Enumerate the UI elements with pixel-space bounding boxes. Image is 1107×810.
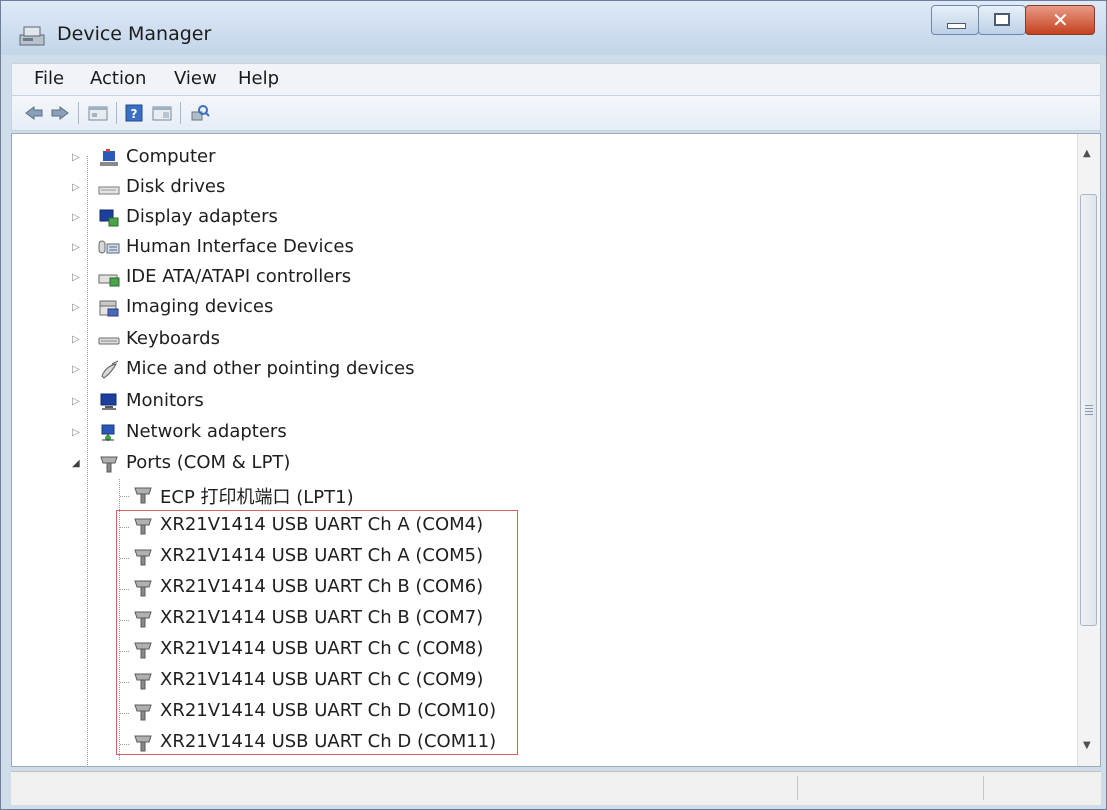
maximize-icon bbox=[994, 13, 1010, 26]
port-icon bbox=[132, 702, 154, 722]
expand-arrow-icon[interactable]: ▷ bbox=[72, 364, 80, 375]
help-icon[interactable]: ? bbox=[124, 104, 144, 122]
toolbar-separator bbox=[180, 102, 181, 124]
expand-arrow-icon[interactable]: ▷ bbox=[72, 212, 80, 223]
scroll-thumb[interactable] bbox=[1080, 194, 1097, 626]
status-panel bbox=[797, 776, 798, 800]
mouse-icon bbox=[98, 360, 120, 380]
menu-bar: File Action View Help bbox=[11, 63, 1101, 95]
toolbar-separator bbox=[78, 102, 79, 124]
close-icon: ✕ bbox=[1052, 8, 1069, 32]
port-label: XR21V1414 USB UART Ch C (COM9) bbox=[160, 669, 484, 690]
device-manager-icon bbox=[17, 23, 47, 51]
collapse-arrow-icon[interactable]: ◢ bbox=[72, 458, 80, 469]
device-manager-window: Device Manager ✕ File Action View Help ? bbox=[0, 0, 1107, 810]
tree-guide-line bbox=[120, 558, 130, 559]
vertical-scrollbar[interactable]: ▲ ▼ bbox=[1077, 134, 1100, 766]
toolbar-separator bbox=[116, 102, 117, 124]
minimize-icon bbox=[947, 23, 966, 29]
tree-guide-line bbox=[120, 713, 130, 714]
port-icon bbox=[132, 671, 154, 691]
port-icon bbox=[132, 764, 154, 766]
tree-guide-line bbox=[120, 682, 130, 683]
grip-icon bbox=[1085, 405, 1093, 415]
expand-arrow-icon[interactable]: ▷ bbox=[72, 302, 80, 313]
port-label: XR21V1414 USB UART Ch D (COM10) bbox=[160, 700, 497, 721]
tree-item-label: Network adapters bbox=[126, 421, 287, 442]
imaging-device-icon bbox=[98, 298, 120, 318]
tree-guide-line bbox=[120, 620, 130, 621]
hid-icon bbox=[98, 238, 120, 258]
port-label: XR21V1414 USB UART Ch C (COM8) bbox=[160, 638, 484, 659]
scan-hardware-icon[interactable] bbox=[190, 104, 210, 122]
forward-icon[interactable] bbox=[50, 104, 70, 122]
menu-file[interactable]: File bbox=[34, 68, 64, 89]
title-bar[interactable]: Device Manager ✕ bbox=[1, 1, 1106, 55]
menu-action[interactable]: Action bbox=[90, 68, 146, 89]
properties-icon[interactable] bbox=[88, 104, 108, 122]
tree-guide-line bbox=[120, 744, 130, 745]
tree-item-label: Human Interface Devices bbox=[126, 236, 354, 257]
port-icon bbox=[132, 609, 154, 629]
expand-arrow-icon[interactable]: ▷ bbox=[72, 182, 80, 193]
port-label: XR21V1414 USB UART Ch A (COM5) bbox=[160, 545, 484, 566]
expand-arrow-icon[interactable]: ▷ bbox=[72, 242, 80, 253]
tree-item-label: Disk drives bbox=[126, 176, 226, 197]
port-icon bbox=[132, 547, 154, 567]
toolbar: ? bbox=[11, 95, 1101, 131]
port-icon bbox=[132, 485, 154, 505]
tree-item-label: Display adapters bbox=[126, 206, 278, 227]
maximize-button[interactable] bbox=[978, 5, 1026, 35]
tree-guide-line bbox=[120, 651, 130, 652]
display-adapter-icon bbox=[98, 208, 120, 228]
tree-guide-line bbox=[120, 589, 130, 590]
port-label: ECP 打印机端口 (LPT1) bbox=[160, 487, 354, 508]
port-label: XR21V1414 USB UART Ch A (COM4) bbox=[160, 514, 484, 535]
device-tree[interactable]: ▷ Computer ▷ Disk drives ▷ Display adapt… bbox=[11, 133, 1101, 767]
window-title: Device Manager bbox=[57, 23, 212, 45]
expand-arrow-icon[interactable]: ▷ bbox=[72, 396, 80, 407]
tree-item-label: Monitors bbox=[126, 390, 204, 411]
tree-item-label: Imaging devices bbox=[126, 296, 274, 317]
expand-arrow-icon[interactable]: ▷ bbox=[72, 152, 80, 163]
port-label: XR21V1414 USB UART Ch B (COM7) bbox=[160, 607, 484, 628]
status-bar bbox=[11, 771, 1101, 805]
expand-arrow-icon[interactable]: ▷ bbox=[72, 334, 80, 345]
port-icon bbox=[132, 733, 154, 753]
tree-item-label: Keyboards bbox=[126, 328, 220, 349]
back-icon[interactable] bbox=[24, 104, 44, 122]
status-panel bbox=[983, 776, 984, 800]
tree-item-label: Ports (COM & LPT) bbox=[126, 452, 291, 473]
show-hide-tree-icon[interactable] bbox=[152, 104, 172, 122]
tree-guide-line bbox=[120, 496, 130, 497]
menu-view[interactable]: View bbox=[174, 68, 217, 89]
expand-arrow-icon[interactable]: ▷ bbox=[72, 427, 80, 438]
port-label: XR21V1414 USB UART Ch D (COM11) bbox=[160, 731, 497, 752]
menu-help[interactable]: Help bbox=[238, 68, 279, 89]
tree-item-label: IDE ATA/ATAPI controllers bbox=[126, 266, 352, 287]
ide-controller-icon bbox=[98, 268, 120, 288]
scroll-down-icon[interactable]: ▼ bbox=[1083, 740, 1091, 751]
minimize-button[interactable] bbox=[931, 5, 979, 35]
tree-guide-line bbox=[87, 156, 88, 766]
scroll-up-icon[interactable]: ▲ bbox=[1083, 148, 1091, 159]
tree-item-label: Computer bbox=[126, 146, 216, 167]
port-icon bbox=[132, 578, 154, 598]
keyboard-icon bbox=[98, 330, 120, 350]
close-button[interactable]: ✕ bbox=[1025, 5, 1095, 35]
port-icon bbox=[132, 640, 154, 660]
network-adapter-icon bbox=[98, 423, 120, 443]
computer-icon bbox=[98, 148, 120, 168]
port-icon bbox=[98, 454, 120, 474]
port-label: XR21V1414 USB UART Ch B (COM6) bbox=[160, 576, 484, 597]
svg-text:?: ? bbox=[131, 107, 138, 121]
tree-guide-line bbox=[120, 527, 130, 528]
tree-item-label: Mice and other pointing devices bbox=[126, 358, 415, 379]
disk-drive-icon bbox=[98, 178, 120, 198]
port-icon bbox=[132, 516, 154, 536]
expand-arrow-icon[interactable]: ▷ bbox=[72, 272, 80, 283]
monitor-icon bbox=[98, 392, 120, 412]
